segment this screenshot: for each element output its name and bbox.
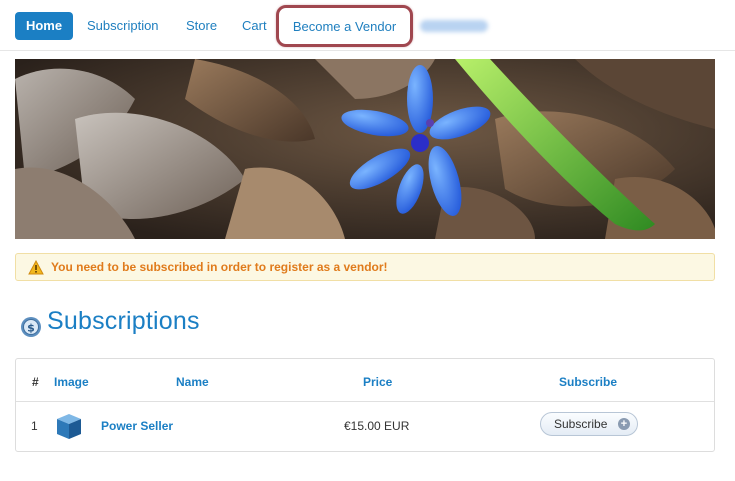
nav-become-vendor[interactable]: Become a Vendor bbox=[276, 5, 413, 47]
product-name-link[interactable]: Power Seller bbox=[101, 419, 173, 433]
subscribe-button-label: Subscribe bbox=[554, 417, 608, 431]
col-header-price[interactable]: Price bbox=[363, 375, 392, 389]
alert-message: You need to be subscribed in order to re… bbox=[51, 260, 388, 274]
row-number: 1 bbox=[31, 419, 38, 433]
col-header-subscribe[interactable]: Subscribe bbox=[559, 375, 617, 389]
plus-icon: + bbox=[618, 418, 630, 430]
nav-subscription[interactable]: Subscription bbox=[75, 12, 171, 40]
svg-text:$: $ bbox=[27, 322, 35, 335]
nav-cart[interactable]: Cart bbox=[230, 12, 279, 40]
nav-store[interactable]: Store bbox=[174, 12, 229, 40]
header-divider bbox=[16, 401, 714, 402]
product-box-icon bbox=[57, 414, 81, 439]
warning-icon bbox=[28, 260, 44, 275]
vendor-warning-alert: You need to be subscribed in order to re… bbox=[15, 253, 715, 281]
top-navigation: Home Subscription Store Cart Become a Ve… bbox=[0, 0, 735, 51]
subscribe-button[interactable]: Subscribe + bbox=[540, 412, 638, 436]
col-header-number: # bbox=[32, 375, 39, 389]
flower-photo bbox=[15, 59, 715, 239]
section-title: Subscriptions bbox=[47, 307, 200, 335]
col-header-image[interactable]: Image bbox=[54, 375, 89, 389]
col-header-name[interactable]: Name bbox=[176, 375, 209, 389]
subscriptions-table: # Image Name Price Subscribe 1 Power Sel… bbox=[15, 358, 715, 452]
nav-blurred-item[interactable] bbox=[420, 20, 488, 32]
dollar-badge-icon: $ bbox=[21, 317, 41, 337]
product-price: €15.00 EUR bbox=[344, 419, 410, 433]
banner-image bbox=[15, 59, 715, 239]
nav-home[interactable]: Home bbox=[15, 12, 73, 40]
